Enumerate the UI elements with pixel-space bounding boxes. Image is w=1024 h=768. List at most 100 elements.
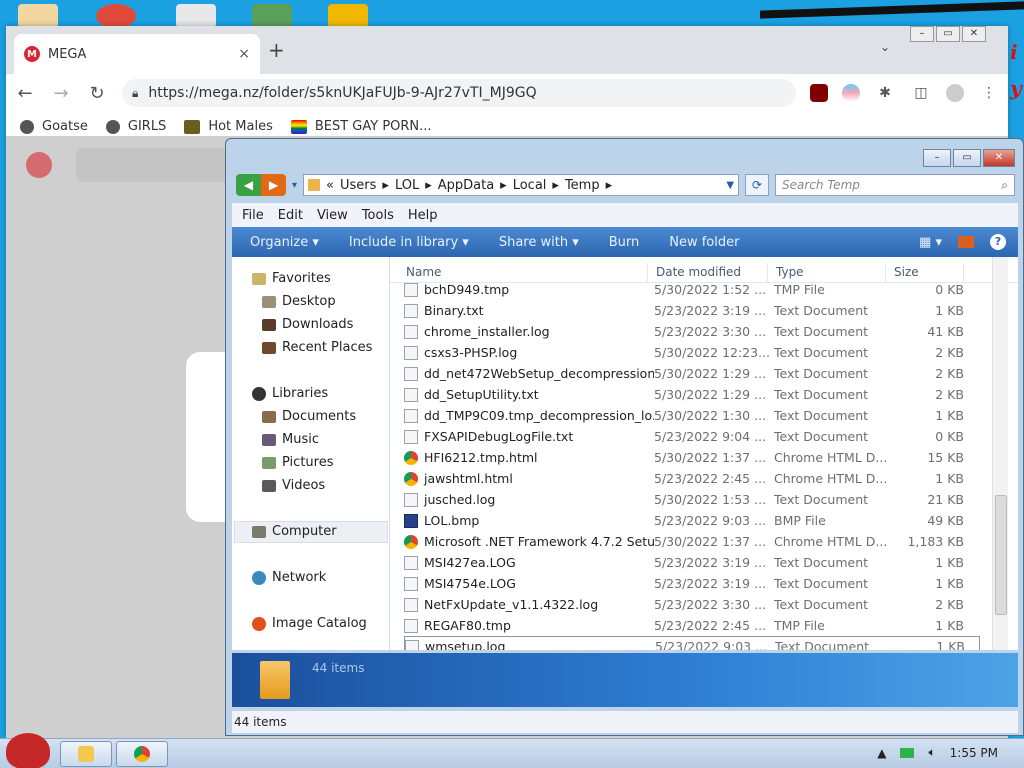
nav-libraries[interactable]: Libraries	[252, 386, 328, 401]
bookmark-item[interactable]: Goatse	[20, 119, 88, 134]
menu-view[interactable]: View	[317, 208, 348, 223]
file-row[interactable]: LOL.bmp 5/23/2022 9:03 ... BMP File 49 KB	[404, 510, 980, 531]
bmp-icon	[404, 513, 418, 528]
desktop-icon[interactable]	[176, 4, 216, 28]
help-icon[interactable]: ?	[990, 234, 1006, 250]
taskbar-chrome-button[interactable]	[116, 741, 168, 767]
nav-favorites[interactable]: Favorites	[252, 271, 331, 286]
menu-help[interactable]: Help	[408, 208, 438, 223]
nav-computer[interactable]: Computer	[252, 524, 337, 539]
angry-bird-start-icon[interactable]	[6, 733, 50, 768]
file-row[interactable]: MSI427ea.LOG 5/23/2022 3:19 ... Text Docum…	[404, 552, 980, 573]
nav-pictures[interactable]: Pictures	[262, 455, 333, 470]
file-row[interactable]: dd_TMP9C09.tmp_decompression_lo... 5/30/2…	[404, 405, 980, 426]
nav-videos[interactable]: Videos	[262, 478, 325, 493]
maximize-button[interactable]: ▭	[936, 26, 960, 42]
address-bar[interactable]: « Users ▸ LOL ▸ AppData ▸ Local ▸ Temp ▸ ▼	[303, 174, 740, 196]
file-row[interactable]: Microsoft .NET Framework 4.7.2 Setu... 5/…	[404, 531, 980, 552]
nav-image-catalog[interactable]: Image Catalog	[252, 616, 367, 631]
forward-arrow-icon[interactable]: ▶	[261, 174, 286, 196]
forward-arrow-icon[interactable]: →	[50, 83, 72, 104]
file-row[interactable]: csxs3-PHSP.log 5/30/2022 12:23... Text Doc…	[404, 342, 980, 363]
breadcrumb-item[interactable]: Users	[340, 178, 376, 193]
bookmark-item[interactable]: GIRLS	[105, 119, 166, 134]
file-row[interactable]: bchD949.tmp 5/30/2022 1:52 ... TMP File 0 K…	[404, 279, 980, 300]
puzzle-extensions-icon[interactable]: ✱	[874, 85, 896, 101]
nav-music[interactable]: Music	[262, 432, 319, 447]
refresh-icon[interactable]: ⟳	[745, 174, 770, 196]
vertical-scrollbar[interactable]	[992, 257, 1008, 650]
share-with-button[interactable]: Share with ▾	[499, 235, 579, 250]
nav-downloads[interactable]: Downloads	[262, 317, 353, 332]
back-arrow-icon[interactable]: ←	[14, 83, 36, 104]
maximize-button[interactable]: ▭	[953, 149, 981, 167]
menu-edit[interactable]: Edit	[278, 208, 303, 223]
mega-search-bar[interactable]	[76, 148, 236, 182]
scrollbar-thumb[interactable]	[995, 495, 1007, 615]
minimize-button[interactable]: –	[910, 26, 934, 42]
breadcrumb-item[interactable]: LOL	[395, 178, 419, 193]
back-forward-buttons[interactable]: ◀ ▶	[236, 174, 286, 196]
minimize-button[interactable]: –	[923, 149, 951, 167]
clock[interactable]: 1:55 PM	[950, 746, 998, 760]
file-row[interactable]: FXSAPIDebugLogFile.txt 5/23/2022 9:04 ...…	[404, 426, 980, 447]
file-row[interactable]: wmsetup.log 5/23/2022 9:03 ... Text Docume…	[404, 636, 980, 650]
organize-button[interactable]: Organize ▾	[250, 235, 319, 250]
extension-icon[interactable]	[842, 84, 860, 102]
breadcrumb-item[interactable]: «	[326, 178, 334, 193]
preview-pane-icon[interactable]	[958, 236, 974, 248]
tab-mega[interactable]: M MEGA ×	[14, 34, 260, 74]
file-row[interactable]: dd_SetupUtility.txt 5/30/2022 1:29 ... Tex…	[404, 384, 980, 405]
menu-tools[interactable]: Tools	[362, 208, 394, 223]
reload-icon[interactable]: ↻	[86, 83, 108, 104]
nav-network[interactable]: Network	[252, 570, 326, 585]
ublock-extension-icon[interactable]	[810, 84, 828, 102]
breadcrumb-item[interactable]: Temp	[565, 178, 600, 193]
search-icon[interactable]: ⌕	[1001, 178, 1008, 193]
new-tab-button[interactable]: +	[268, 38, 285, 62]
chrome-desktop-icon[interactable]	[96, 4, 136, 28]
address-dropdown-icon[interactable]: ▼	[726, 180, 734, 191]
mega-logo-icon[interactable]	[26, 152, 52, 178]
file-row[interactable]: MSI4754e.LOG 5/23/2022 3:19 ... Text Docum…	[404, 573, 980, 594]
new-folder-button[interactable]: New folder	[669, 235, 739, 250]
lock-icon[interactable]: 🔒︎	[132, 86, 138, 101]
file-row[interactable]: dd_net472WebSetup_decompression... 5/30/2…	[404, 363, 980, 384]
profile-avatar-icon[interactable]	[946, 84, 964, 102]
nav-documents[interactable]: Documents	[262, 409, 356, 424]
close-button[interactable]: ✕	[962, 26, 986, 42]
search-input[interactable]: Search Temp ⌕	[775, 174, 1016, 196]
battery-icon[interactable]	[900, 747, 915, 758]
menu-file[interactable]: File	[242, 208, 264, 223]
file-row[interactable]: Binary.txt 5/23/2022 3:19 ... Text Documen…	[404, 300, 980, 321]
tab-close-icon[interactable]: ×	[238, 46, 250, 62]
show-hidden-icons-icon[interactable]: ▲	[877, 746, 886, 760]
file-row[interactable]: jusched.log 5/30/2022 1:53 ... Text Docume…	[404, 489, 980, 510]
back-arrow-icon[interactable]: ◀	[236, 174, 261, 196]
burn-button[interactable]: Burn	[609, 235, 640, 250]
desktop-icon[interactable]	[18, 4, 58, 28]
bookmark-item[interactable]: Hot Males	[184, 119, 273, 134]
file-row[interactable]: chrome_installer.log 5/23/2022 3:30 ... Te…	[404, 321, 980, 342]
address-bar[interactable]: 🔒︎ https://mega.nz/folder/s5knUKJaFUJb-9…	[122, 79, 796, 107]
breadcrumb-item[interactable]: Local	[513, 178, 547, 193]
file-row[interactable]: HFI6212.tmp.html 5/30/2022 1:37 ... Chrome…	[404, 447, 980, 468]
side-panel-icon[interactable]: ◫	[910, 85, 932, 101]
taskbar-explorer-button[interactable]	[60, 741, 112, 767]
file-row[interactable]: REGAF80.tmp 5/23/2022 2:45 ... TMP File 1 K…	[404, 615, 980, 636]
file-row[interactable]: jawshtml.html 5/23/2022 2:45 ... Chrome HT…	[404, 468, 980, 489]
include-in-library-button[interactable]: Include in library ▾	[349, 235, 469, 250]
shield-desktop-icon[interactable]	[252, 4, 292, 28]
file-row[interactable]: NetFxUpdate_v1.1.4322.log 5/23/2022 3:30 …	[404, 594, 980, 615]
recent-pages-chevron-icon[interactable]: ▾	[292, 180, 297, 191]
desktop-icon[interactable]	[328, 4, 368, 28]
nav-recent-places[interactable]: Recent Places	[262, 340, 372, 355]
tab-search-chevron-icon[interactable]: ⌄	[880, 40, 890, 54]
nav-desktop[interactable]: Desktop	[262, 294, 336, 309]
bookmark-item[interactable]: BEST GAY PORN...	[290, 119, 432, 134]
volume-icon[interactable]: 🔈︎	[928, 745, 935, 760]
view-options-icon[interactable]: ▦ ▾	[919, 235, 942, 250]
close-button[interactable]: ✕	[983, 149, 1015, 167]
menu-kebab-icon[interactable]: ⋮	[978, 85, 1000, 101]
breadcrumb-item[interactable]: AppData	[438, 178, 494, 193]
